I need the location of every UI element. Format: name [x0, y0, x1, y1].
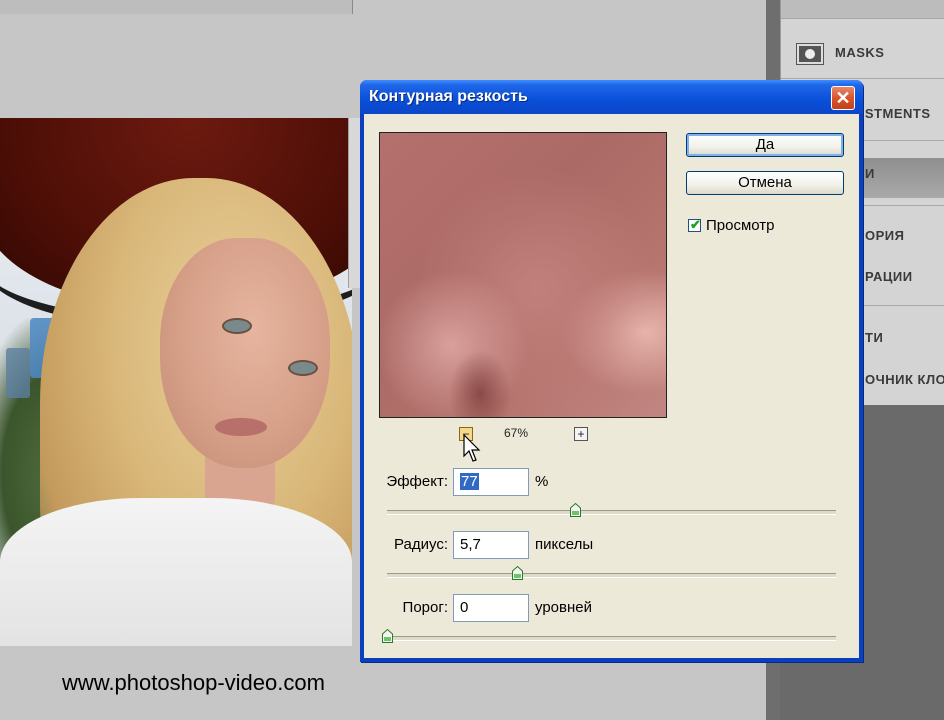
watermark-url: www.photoshop-video.com — [62, 670, 325, 695]
photo-lips — [215, 418, 267, 436]
radius-label: Радиус: — [394, 536, 448, 553]
panel-clone-source-label[interactable]: ОЧНИК КЛО — [865, 372, 944, 387]
threshold-slider-track[interactable] — [387, 636, 836, 641]
amount-unit: % — [535, 473, 549, 490]
panel-divider — [781, 78, 944, 79]
close-button[interactable]: ✕ — [831, 86, 855, 110]
amount-input[interactable]: 77 — [453, 468, 529, 496]
dialog-body: − 67% + Да Отмена ✔ Просмотр Эффект: 77 … — [364, 114, 859, 658]
close-icon: ✕ — [835, 88, 851, 108]
unsharp-mask-dialog: Контурная резкость ✕ − 67% + Да Отмена ✔… — [360, 80, 863, 662]
panel-dock-top — [781, 0, 944, 19]
document-top-edge — [0, 0, 353, 14]
checkmark-icon: ✔ — [690, 217, 701, 232]
dialog-title: Контурная резкость — [369, 88, 528, 105]
radius-slider-thumb[interactable] — [511, 566, 523, 580]
preview-image[interactable] — [379, 132, 667, 418]
threshold-input[interactable]: 0 — [453, 594, 529, 622]
radius-value: 5,7 — [460, 536, 481, 553]
amount-slider-track[interactable] — [387, 510, 836, 515]
preview-checkbox-label: Просмотр — [706, 217, 775, 234]
zoom-level: 67% — [504, 426, 529, 440]
panel-masks-label[interactable]: MASKS — [835, 45, 944, 60]
photo-shirt — [0, 498, 352, 646]
photo-cable-car-2 — [6, 348, 30, 398]
threshold-value: 0 — [460, 599, 469, 616]
masks-icon[interactable] — [797, 44, 823, 64]
panel-partial-label-2[interactable]: ТИ — [865, 330, 944, 345]
preview-checkbox[interactable]: ✔ — [688, 217, 701, 232]
dialog-titlebar[interactable]: Контурная резкость ✕ — [360, 80, 863, 114]
panel-adjustments-label[interactable]: USTMENTS — [855, 106, 944, 121]
ok-button[interactable]: Да — [686, 133, 844, 157]
amount-label: Эффект: — [386, 473, 448, 490]
document-photo — [0, 118, 352, 646]
zoom-in-button[interactable]: + — [574, 427, 588, 441]
threshold-label: Порог: — [402, 599, 448, 616]
panel-actions-label[interactable]: РАЦИИ — [865, 269, 944, 284]
cancel-button[interactable]: Отмена — [686, 171, 844, 195]
radius-input[interactable]: 5,7 — [453, 531, 529, 559]
amount-slider-thumb[interactable] — [570, 503, 582, 517]
photo-eye-right — [288, 360, 318, 376]
radius-slider-track[interactable] — [387, 573, 836, 578]
threshold-slider-thumb[interactable] — [381, 629, 393, 643]
threshold-unit: уровней — [535, 599, 592, 616]
photo-eye-left — [222, 318, 252, 334]
amount-value: 77 — [460, 473, 479, 490]
mouse-cursor-icon — [463, 434, 481, 462]
radius-unit: пикселы — [535, 536, 594, 553]
panel-divider — [781, 18, 944, 19]
panel-history-label[interactable]: ОРИЯ — [865, 228, 944, 243]
panel-partial-label-1[interactable]: И — [865, 166, 944, 181]
